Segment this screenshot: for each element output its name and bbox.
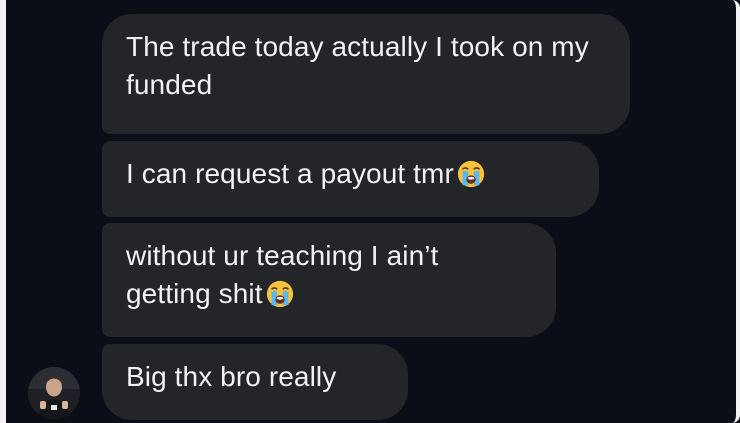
message-bubble-3[interactable]: without ur teaching I ain’t getting shit	[102, 223, 556, 337]
message-bubble-1[interactable]: The trade today actually I took on my fu…	[102, 14, 630, 134]
message-text-4: Big thx bro really	[126, 361, 337, 392]
message-text-1: The trade today actually I took on my fu…	[126, 31, 589, 100]
message-text-2: I can request a payout tmr	[126, 158, 454, 189]
loudly-crying-face-icon	[457, 160, 485, 188]
message-bubble-2[interactable]: I can request a payout tmr	[102, 141, 599, 217]
avatar[interactable]	[28, 367, 80, 419]
message-bubble-4[interactable]: Big thx bro really	[102, 344, 408, 420]
user-photo-icon	[28, 367, 80, 419]
loudly-crying-face-icon	[266, 280, 293, 308]
chat-window: The trade today actually I took on my fu…	[0, 0, 740, 423]
